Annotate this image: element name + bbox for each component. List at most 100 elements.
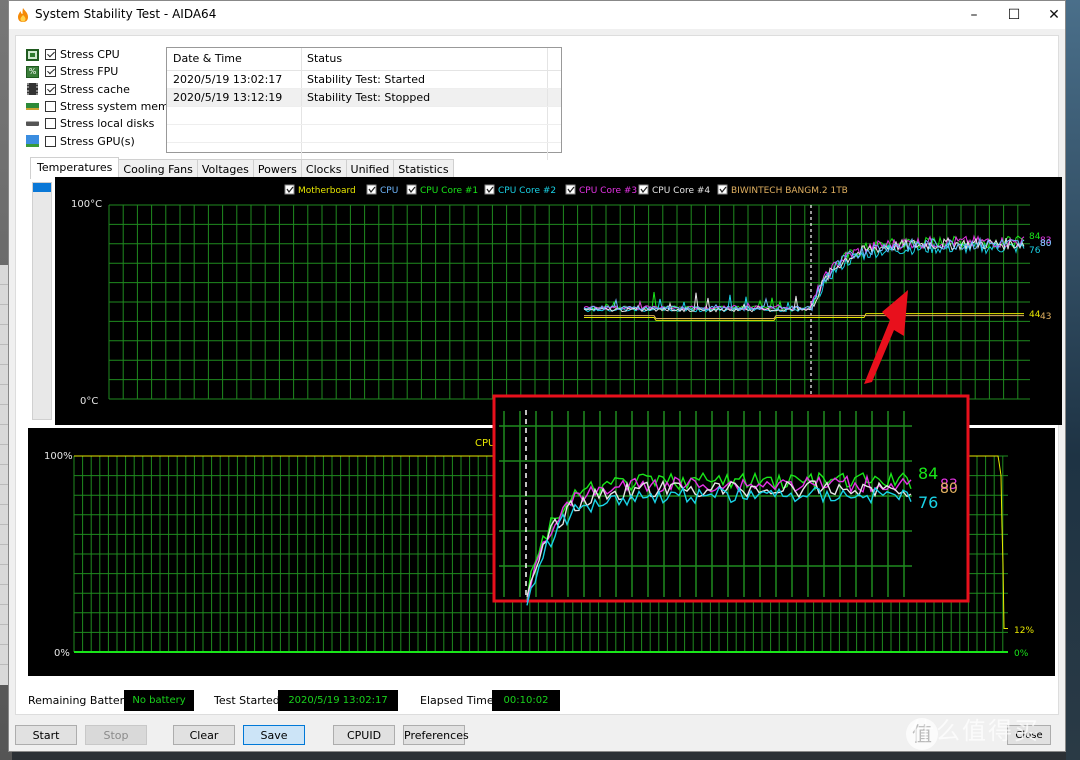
- stress-option-disks[interactable]: Stress local disks: [26, 115, 187, 132]
- stress-option-memory[interactable]: Stress system memory: [26, 98, 187, 115]
- legend-item[interactable]: CPU Core #2: [484, 184, 556, 196]
- stress-options: Stress CPU % Stress FPU Stress cache Str…: [26, 46, 187, 150]
- end-label: 84: [1029, 232, 1041, 242]
- stress-disks-checkbox[interactable]: [45, 118, 56, 130]
- stress-memory-checkbox[interactable]: [45, 101, 56, 113]
- log-row-empty: [167, 125, 561, 143]
- column-header-status[interactable]: Status: [302, 48, 548, 70]
- series-line-cpu-core-4: [583, 237, 1025, 313]
- log-status: Stability Test: Stopped: [302, 89, 548, 106]
- cpu-usage-line: [74, 455, 1008, 629]
- end-label: 76: [1029, 246, 1041, 256]
- log-datetime: 2020/5/19 13:12:19: [167, 89, 302, 106]
- sensor-list-scrollbar[interactable]: [32, 182, 52, 420]
- cpu-usage-series: [74, 455, 1008, 629]
- elapsed-time-label: Elapsed Time:: [420, 694, 498, 707]
- legend-checkbox: [284, 184, 295, 195]
- stress-option-label: Stress local disks: [60, 117, 155, 131]
- series-line-cpu: [583, 236, 1025, 312]
- temperature-chart: Motherboard CPU CPU Core #1 CPU Core #2 CPU …: [55, 177, 1062, 425]
- battery-value: No battery: [124, 690, 194, 711]
- fpu-chip-icon: %: [26, 65, 39, 78]
- aida64-flame-icon: [18, 8, 28, 22]
- log-header-row: Date & Time Status: [167, 48, 561, 71]
- temperature-grid: [108, 204, 1030, 400]
- main-panel: Stress CPU % Stress FPU Stress cache Str…: [15, 35, 1062, 715]
- legend-label: CPU Core #4: [652, 186, 710, 196]
- battery-label: Remaining Battery:: [28, 694, 134, 707]
- stress-option-label: Stress CPU: [60, 48, 120, 62]
- column-header-datetime[interactable]: Date & Time: [167, 48, 302, 70]
- end-label: 43: [1040, 312, 1051, 322]
- stress-option-label: Stress cache: [60, 82, 130, 96]
- memory-module-icon: [26, 103, 39, 111]
- test-started-value: 2020/5/19 13:02:17: [278, 690, 398, 711]
- cpu-usage-grid: [73, 455, 1008, 653]
- disk-drive-icon: [26, 121, 39, 127]
- legend-item[interactable]: Motherboard: [284, 184, 356, 196]
- log-datetime: 2020/5/19 13:02:17: [167, 71, 302, 88]
- tab-temperatures[interactable]: Temperatures: [30, 157, 120, 179]
- cpu-usage-legend: CPU: [475, 438, 495, 449]
- legend-checkbox: [406, 184, 417, 195]
- watermark-text: 什么值得买: [910, 717, 1040, 745]
- elapsed-time-value: 00:10:02: [492, 690, 560, 711]
- cpu-chip-icon: [26, 48, 39, 61]
- stability-test-window: System Stability Test - AIDA64 – ☐ ✕ Str…: [8, 0, 1066, 752]
- minimize-button[interactable]: –: [957, 1, 991, 29]
- cpuid-button[interactable]: CPUID: [333, 725, 395, 745]
- stop-button[interactable]: Stop: [85, 725, 147, 745]
- legend-item[interactable]: BIWINTECH BANGM.2 1TB: [717, 184, 848, 196]
- scrollbar-thumb[interactable]: [33, 183, 51, 192]
- legend-item[interactable]: CPU Core #4: [638, 184, 710, 196]
- cpu-usage-chart: CPU 100% 0% 12% 0%: [28, 428, 1055, 676]
- series-line-cpu-core-2: [583, 241, 1025, 313]
- preferences-button[interactable]: Preferences: [403, 725, 469, 745]
- series-line-cpu-core-3: [583, 234, 1025, 311]
- stress-option-cpu[interactable]: Stress CPU: [26, 46, 187, 63]
- maximize-icon: ☐: [1007, 7, 1021, 23]
- stress-cache-checkbox[interactable]: [45, 83, 56, 95]
- stress-option-fpu[interactable]: % Stress FPU: [26, 63, 187, 80]
- minimize-icon: –: [970, 7, 978, 23]
- legend-label: CPU Core #3: [579, 186, 637, 196]
- series-line-cpu-core-1: [583, 235, 1025, 312]
- legend-label: BIWINTECH BANGM.2 1TB: [731, 186, 848, 196]
- cpu-usage-end-label: 12%: [1014, 626, 1034, 636]
- desktop-background-right: [1066, 0, 1080, 760]
- stress-gpu-checkbox[interactable]: [45, 135, 56, 147]
- event-log-table[interactable]: Date & Time Status 2020/5/19 13:02:17 St…: [166, 47, 562, 160]
- gpu-card-icon: [26, 135, 39, 148]
- cpu-throttle-end-label: 0%: [1014, 649, 1029, 659]
- close-window-button[interactable]: ✕: [1037, 1, 1071, 29]
- temperature-legend: Motherboard CPU CPU Core #1 CPU Core #2 CPU …: [284, 184, 848, 196]
- stress-fpu-checkbox[interactable]: [45, 66, 56, 78]
- end-label: 80: [1040, 239, 1052, 249]
- stress-option-gpu[interactable]: Stress GPU(s): [26, 132, 187, 149]
- legend-checkbox: [638, 184, 649, 195]
- legend-checkbox: [366, 184, 377, 195]
- legend-checkbox: [565, 184, 576, 195]
- start-button[interactable]: Start: [15, 725, 77, 745]
- y-tick-bottom: 0°C: [80, 396, 98, 407]
- temperature-series: [583, 234, 1025, 321]
- series-line-motherboard: [584, 313, 1024, 321]
- legend-label: CPU: [380, 186, 398, 196]
- maximize-button[interactable]: ☐: [997, 1, 1031, 29]
- legend-item[interactable]: CPU Core #3: [565, 184, 637, 196]
- log-row[interactable]: 2020/5/19 13:02:17 Stability Test: Start…: [167, 71, 561, 89]
- stress-option-cache[interactable]: Stress cache: [26, 81, 187, 98]
- legend-label: CPU Core #1: [420, 186, 478, 196]
- log-row[interactable]: 2020/5/19 13:12:19 Stability Test: Stopp…: [167, 89, 561, 107]
- legend-checkbox: [484, 184, 495, 195]
- stress-cpu-checkbox[interactable]: [45, 49, 56, 61]
- clear-button[interactable]: Clear: [173, 725, 235, 745]
- save-button[interactable]: Save: [243, 725, 305, 745]
- legend-label: CPU Core #2: [498, 186, 556, 196]
- legend-item[interactable]: CPU: [366, 184, 398, 196]
- test-started-label: Test Started:: [214, 694, 284, 707]
- legend-checkbox: [717, 184, 728, 195]
- legend-item[interactable]: CPU Core #1: [406, 184, 478, 196]
- window-title: System Stability Test - AIDA64: [35, 7, 217, 21]
- log-row-empty: [167, 107, 561, 125]
